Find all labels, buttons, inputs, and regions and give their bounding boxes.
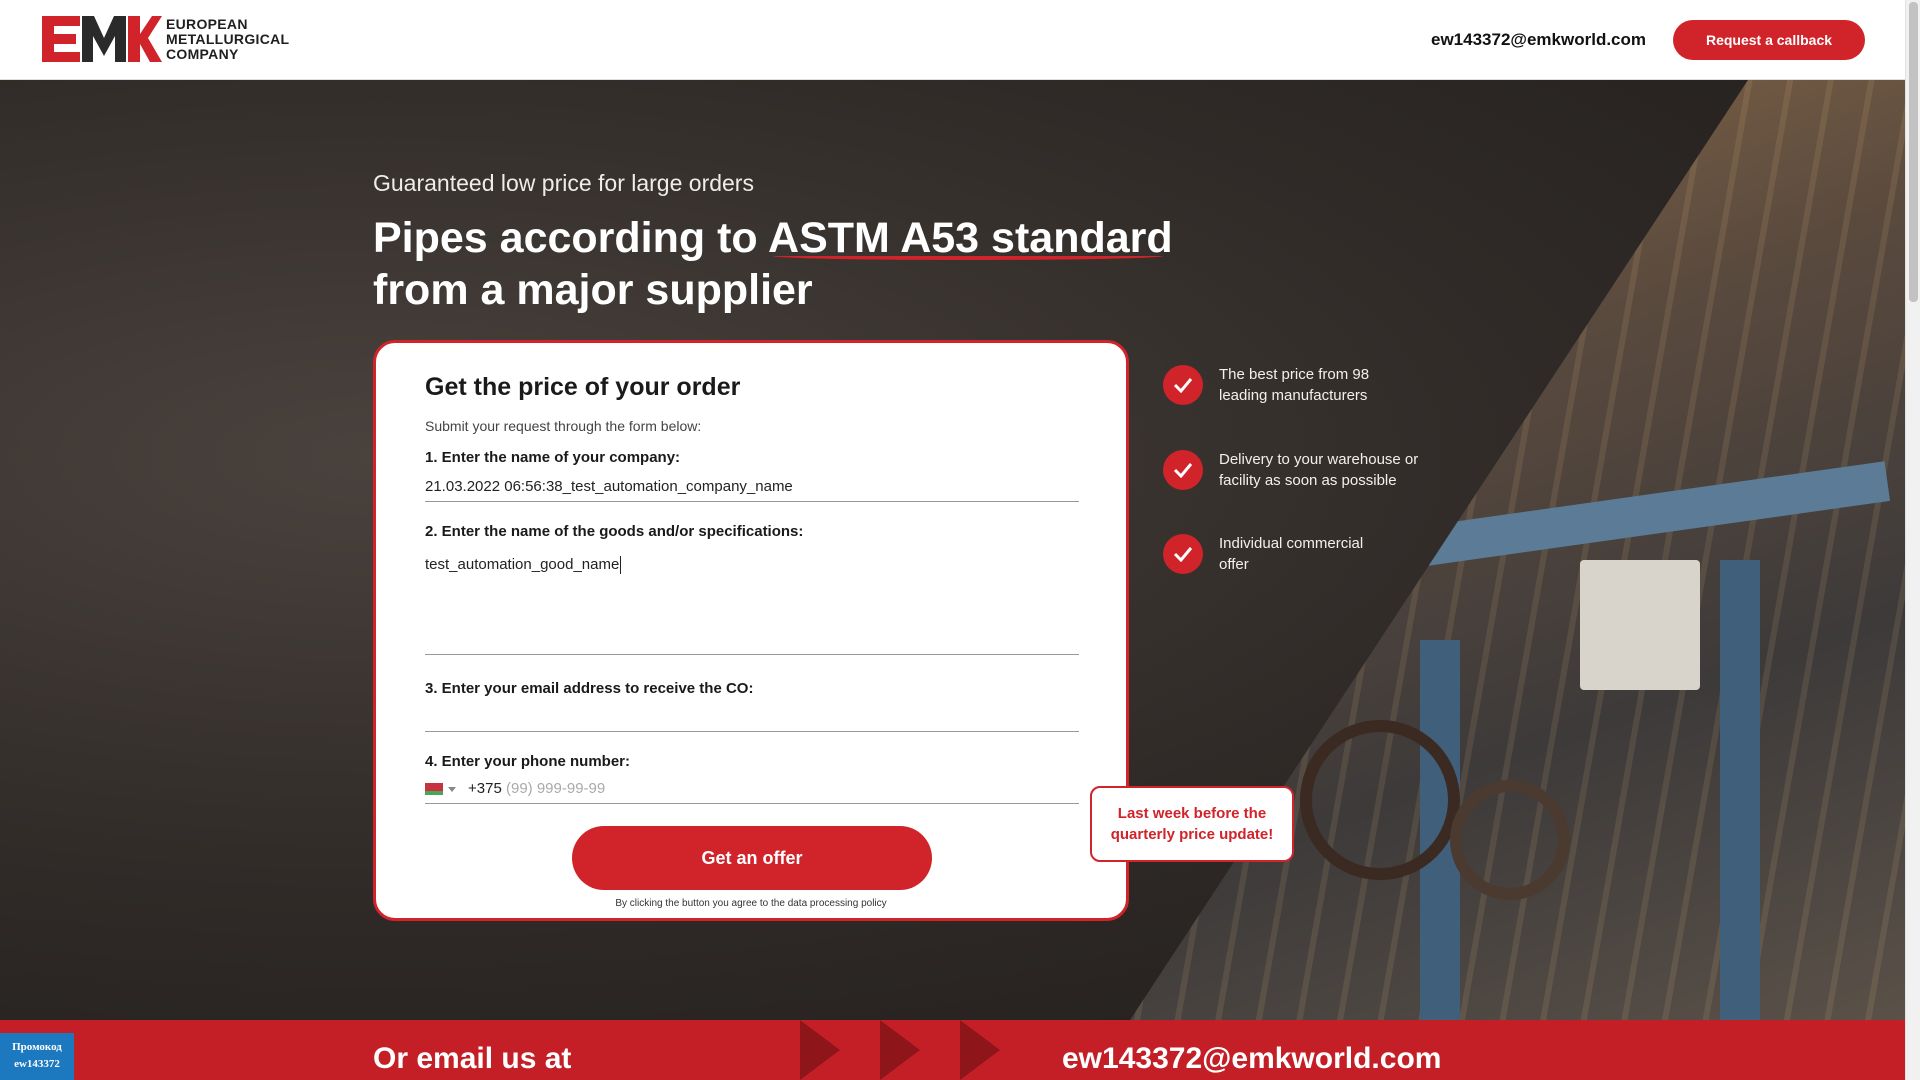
company-input[interactable]: 21.03.2022 06:56:38_test_automation_comp… xyxy=(425,478,793,495)
goods-textarea[interactable]: test_automation_good_name xyxy=(425,556,622,575)
benefit-line-1: The best price from 98 xyxy=(1219,366,1370,383)
machine-wheel xyxy=(1450,780,1570,900)
benefit-text: Individual commercial offer xyxy=(1219,533,1439,575)
chevron-decoration xyxy=(880,1020,920,1080)
chevron-decoration xyxy=(960,1020,1000,1080)
logo-line-1: EUROPEAN xyxy=(166,15,248,32)
benefit-line-1: Delivery to your warehouse or xyxy=(1219,451,1419,468)
check-icon xyxy=(1163,365,1203,405)
chevron-decoration xyxy=(800,1020,840,1080)
benefit-line-2: offer xyxy=(1219,556,1249,573)
order-form-card: Get the price of your order Submit your … xyxy=(373,340,1129,921)
form-subtitle: Submit your request through the form bel… xyxy=(425,418,702,434)
benefit-item: Delivery to your warehouse or facility a… xyxy=(1163,449,1439,491)
phone-input-underline xyxy=(425,803,1079,804)
hero-subtitle: Guaranteed low price for large orders xyxy=(373,170,754,196)
callout-line-2: quarterly price update! xyxy=(1110,826,1274,843)
logo-text: EUROPEAN METALLURGICAL COMPANY xyxy=(166,15,290,62)
promo-label: Промокод xyxy=(12,1041,62,1053)
benefit-item: Individual commercial offer xyxy=(1163,533,1439,575)
form-title: Get the price of your order xyxy=(425,373,741,401)
conveyor-leg xyxy=(1720,560,1760,1020)
emk-logo-mark xyxy=(42,16,162,62)
text-caret xyxy=(620,556,622,575)
benefit-line-2: facility as soon as possible xyxy=(1219,472,1397,489)
benefit-text: Delivery to your warehouse or facility a… xyxy=(1219,449,1439,491)
email-input[interactable] xyxy=(425,705,1079,729)
control-box xyxy=(1580,560,1700,690)
phone-country-code: +375 xyxy=(468,780,502,797)
email-input-underline xyxy=(425,731,1079,732)
site-header: EUROPEAN METALLURGICAL COMPANY ew143372@… xyxy=(0,0,1905,80)
check-icon xyxy=(1163,534,1203,574)
belarus-flag-icon[interactable] xyxy=(425,783,443,795)
email-us-band: Or email us at ew143372@emkworld.com xyxy=(0,1020,1905,1080)
scrollbar-thumb[interactable] xyxy=(1909,2,1918,302)
benefit-line-1: Individual commercial xyxy=(1219,535,1364,552)
phone-input[interactable]: (99) 999-99-99 xyxy=(506,780,605,797)
logo[interactable]: EUROPEAN METALLURGICAL COMPANY xyxy=(40,14,289,64)
company-label: 1. Enter the name of your company: xyxy=(425,449,681,466)
benefit-text: The best price from 98 leading manufactu… xyxy=(1219,364,1439,406)
policy-note: By clicking the button you agree to the … xyxy=(615,898,887,909)
goods-textarea-value: test_automation_good_name xyxy=(425,556,620,573)
price-update-callout: Last week before the quarterly price upd… xyxy=(1090,786,1294,862)
headline-underline xyxy=(773,252,1163,260)
machine-wheel xyxy=(1300,720,1460,880)
goods-label: 2. Enter the name of the goods and/or sp… xyxy=(425,523,804,540)
email-us-heading: Or email us at xyxy=(373,1042,572,1075)
logo-line-2: METALLURGICAL xyxy=(166,30,290,47)
phone-label: 4. Enter your phone number: xyxy=(425,753,631,770)
chevron-down-icon[interactable] xyxy=(448,787,456,792)
check-icon xyxy=(1163,450,1203,490)
page-scrollbar[interactable] xyxy=(1905,0,1920,1080)
get-offer-button[interactable]: Get an offer xyxy=(572,826,932,890)
benefit-line-2: leading manufacturers xyxy=(1219,387,1368,404)
band-email-link[interactable]: ew143372@emkworld.com xyxy=(1062,1042,1441,1076)
headline-line-2: from a major supplier xyxy=(373,266,813,314)
hero-headline: Pipes according to ASTM A53 standard fro… xyxy=(373,212,1273,316)
logo-line-3: COMPANY xyxy=(166,45,239,62)
callout-line-1: Last week before the xyxy=(1117,805,1267,822)
promo-code-badge[interactable]: Промокод ew143372 xyxy=(0,1033,74,1080)
benefit-item: The best price from 98 leading manufactu… xyxy=(1163,364,1439,406)
request-callback-button[interactable]: Request a callback xyxy=(1673,20,1865,60)
email-label: 3. Enter your email address to receive t… xyxy=(425,680,754,697)
header-email-link[interactable]: ew143372@emkworld.com xyxy=(1431,30,1646,50)
promo-code: ew143372 xyxy=(14,1058,60,1070)
company-input-underline xyxy=(425,501,1079,502)
goods-textarea-underline xyxy=(425,654,1079,655)
